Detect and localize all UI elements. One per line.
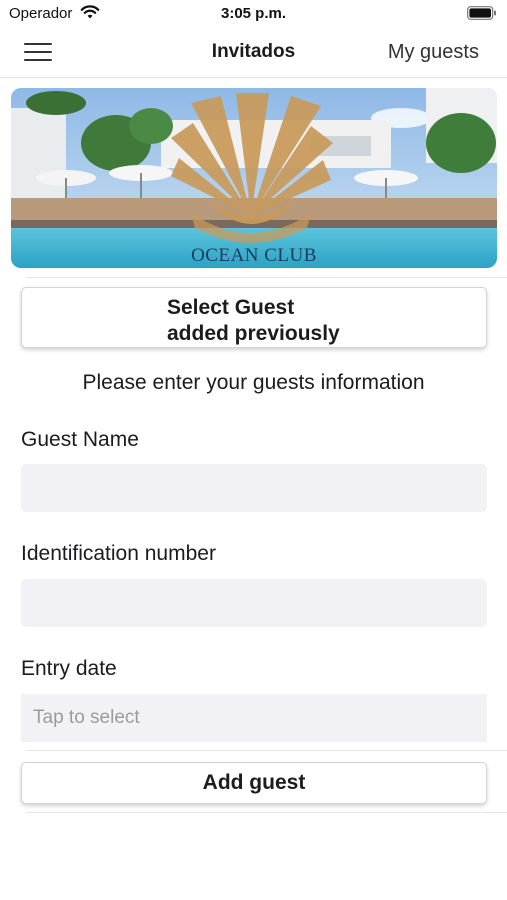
my-guests-link[interactable]: My guests [388,41,479,64]
banner-image [11,88,497,268]
divider [26,812,507,813]
divider [26,750,507,751]
battery-icon [467,6,496,20]
identification-number-input[interactable] [21,579,487,627]
navigation-bar: Invitados My guests [0,28,507,78]
form-instructions: Please enter your guests information [82,371,425,394]
add-guest-button[interactable]: Add guest [21,762,487,804]
ocean-club-banner: OCEAN CLUB [11,88,497,268]
entry-date-picker[interactable] [21,694,487,742]
banner-logo-text: OCEAN CLUB [191,245,317,266]
select-guest-label-line1: Select Guest [167,296,295,319]
select-previous-guest-button[interactable]: Select Guest added previously [21,287,487,348]
guest-name-input[interactable] [21,464,487,512]
identification-number-label: Identification number [21,542,216,565]
select-guest-label-line2: added previously [167,322,340,345]
status-bar: Operador 3:05 p.m. [0,0,507,28]
guest-name-label: Guest Name [21,428,139,451]
entry-date-label: Entry date [21,657,117,680]
status-time: 3:05 p.m. [220,5,287,22]
divider [26,277,507,278]
